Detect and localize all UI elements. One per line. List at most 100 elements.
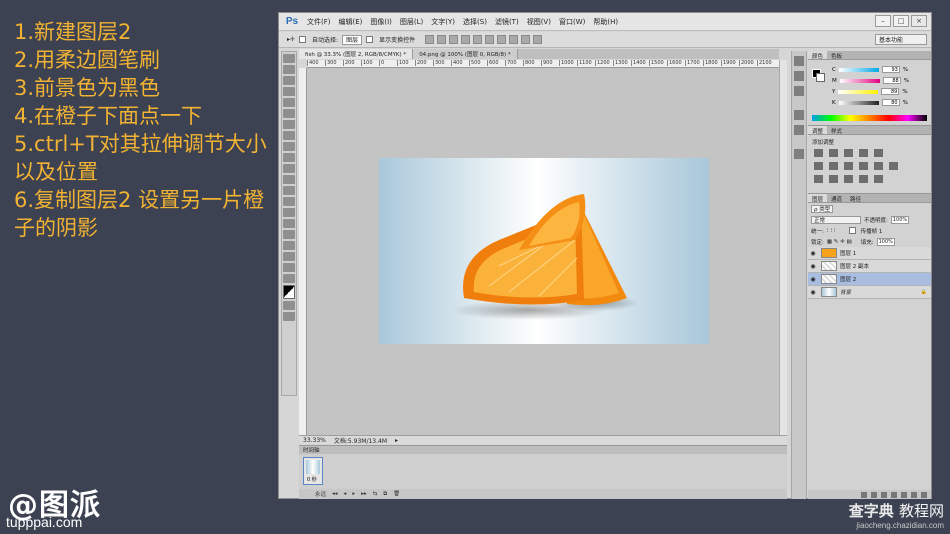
lock-icons[interactable]: ▦ ✎ ✛ ▤ — [827, 239, 852, 245]
curves-icon[interactable] — [844, 149, 853, 157]
auto-select-checkbox[interactable] — [299, 36, 307, 43]
maximize-button[interactable]: □ — [893, 15, 909, 27]
yellow-slider[interactable]: Y 89 % — [832, 88, 927, 95]
zoom-level[interactable]: 33.33% — [303, 437, 326, 444]
status-arrow-icon[interactable]: ▸ — [395, 437, 398, 444]
tab-fish[interactable]: fish @ 33.3% (图层 2, RGB/8/CMYK) * — [299, 49, 414, 59]
prev-frame-icon[interactable]: ◂ — [344, 491, 347, 497]
align-right-icon[interactable] — [485, 35, 495, 44]
color-spectrum-bar[interactable] — [812, 115, 927, 121]
clone-stamp-tool-icon[interactable] — [283, 142, 295, 151]
align-vcenter-icon[interactable] — [437, 35, 447, 44]
visibility-eye-icon[interactable]: ◉ — [808, 276, 818, 283]
tab-color[interactable]: 颜色 — [808, 51, 828, 60]
tab-layers[interactable]: 图层 — [808, 194, 828, 203]
menu-help[interactable]: 帮助(H) — [589, 17, 622, 27]
zoom-tool-icon[interactable] — [283, 274, 295, 283]
add-mask-icon[interactable] — [881, 491, 887, 498]
propagate-frame-checkbox[interactable] — [848, 227, 856, 234]
menu-view[interactable]: 视图(V) — [523, 17, 555, 27]
color-balance-icon[interactable] — [829, 162, 838, 170]
align-top-icon[interactable] — [425, 35, 435, 44]
new-layer-icon[interactable] — [911, 491, 917, 498]
align-left-icon[interactable] — [461, 35, 471, 44]
vertical-scrollbar[interactable] — [779, 60, 787, 435]
distribute-top-icon[interactable] — [497, 35, 507, 44]
healing-brush-tool-icon[interactable] — [283, 120, 295, 129]
character-icon[interactable] — [794, 110, 804, 120]
blur-tool-icon[interactable] — [283, 186, 295, 195]
brush-tool-icon[interactable] — [283, 131, 295, 140]
levels-icon[interactable] — [829, 149, 838, 157]
show-transform-checkbox[interactable] — [366, 36, 374, 43]
tool-presets-icon[interactable] — [794, 149, 804, 159]
black-slider[interactable]: K 80 % — [832, 99, 927, 106]
align-bottom-icon[interactable] — [449, 35, 459, 44]
history-icon[interactable] — [794, 56, 804, 66]
foreground-background-swatch-icon[interactable] — [283, 285, 295, 299]
3d-rotate-tool-icon[interactable] — [283, 252, 295, 261]
tab-adjustments[interactable]: 调整 — [808, 126, 828, 135]
layer-name[interactable]: 图层 1 — [840, 249, 856, 257]
vibrance-icon[interactable] — [874, 149, 883, 157]
minimize-button[interactable]: – — [875, 15, 891, 27]
unify-icons[interactable]: ⁝ ⁝ ⁝ — [827, 228, 836, 234]
visibility-eye-icon[interactable]: ◉ — [808, 250, 818, 257]
hue-saturation-icon[interactable] — [814, 162, 823, 170]
layer-filter-dropdown[interactable]: ρ 类型 — [811, 204, 834, 213]
paragraph-icon[interactable] — [794, 125, 804, 135]
menu-image[interactable]: 图像(I) — [366, 17, 396, 27]
distribute-bottom-icon[interactable] — [521, 35, 531, 44]
canvas-area[interactable] — [307, 68, 779, 435]
photo-filter-icon[interactable] — [859, 162, 868, 170]
move-tool-icon[interactable]: ▸✛ — [287, 36, 295, 43]
magenta-slider[interactable]: M 88 % — [832, 77, 927, 84]
play-icon[interactable]: ▸ — [352, 491, 355, 497]
posterize-icon[interactable] — [829, 175, 838, 183]
delete-frame-icon[interactable]: 🗑 — [393, 491, 400, 497]
exposure-icon[interactable] — [859, 149, 868, 157]
selective-color-icon[interactable] — [874, 175, 883, 183]
layer-style-icon[interactable] — [871, 491, 877, 498]
quick-select-tool-icon[interactable] — [283, 87, 295, 96]
eyedropper-tool-icon[interactable] — [283, 109, 295, 118]
gradient-tool-icon[interactable] — [283, 175, 295, 184]
menu-file[interactable]: 文件(F) — [303, 17, 335, 27]
black-white-icon[interactable] — [844, 162, 853, 170]
blend-mode-dropdown[interactable]: 正常 — [811, 215, 861, 224]
layer-name[interactable]: 图层 2 — [840, 275, 856, 283]
fg-bg-swatches[interactable] — [812, 69, 826, 83]
fill-field[interactable]: 100% — [876, 237, 895, 246]
layer-row-selected[interactable]: ◉ 图层 2 — [808, 273, 931, 286]
info-icon[interactable] — [794, 86, 804, 96]
tween-icon[interactable]: ⇆ — [373, 491, 378, 497]
layer-row-background[interactable]: ◉ 背景 🔒 — [808, 286, 931, 299]
quick-mask-icon[interactable] — [283, 301, 295, 310]
opacity-field[interactable]: 100% — [890, 215, 909, 224]
timeline-frame-1[interactable]: 0 秒 — [303, 457, 323, 485]
cyan-slider[interactable]: C 93 % — [832, 66, 927, 73]
tab-04-png[interactable]: 04.png @ 100% (图层 0, RGB/8) * — [413, 49, 518, 59]
tab-swatches[interactable]: 色板 — [827, 51, 846, 60]
move-tool-icon[interactable] — [283, 54, 295, 63]
menu-window[interactable]: 窗口(W) — [555, 17, 589, 27]
channel-mixer-icon[interactable] — [874, 162, 883, 170]
eraser-tool-icon[interactable] — [283, 164, 295, 173]
background-color-swatch[interactable] — [816, 73, 825, 82]
next-frame-icon[interactable]: ▸▸ — [361, 491, 367, 497]
menu-edit[interactable]: 编辑(E) — [335, 17, 367, 27]
shape-tool-icon[interactable] — [283, 241, 295, 250]
color-lookup-icon[interactable] — [889, 162, 898, 170]
auto-align-icon[interactable] — [533, 35, 543, 44]
hand-tool-icon[interactable] — [283, 263, 295, 272]
layer-row[interactable]: ◉ 图层 1 — [808, 247, 931, 260]
layer-row[interactable]: ◉ 图层 2 副本 — [808, 260, 931, 273]
new-group-icon[interactable] — [901, 491, 907, 498]
menu-type[interactable]: 文字(Y) — [427, 17, 459, 27]
type-tool-icon[interactable] — [283, 219, 295, 228]
lasso-tool-icon[interactable] — [283, 76, 295, 85]
threshold-icon[interactable] — [844, 175, 853, 183]
delete-layer-icon[interactable] — [921, 491, 927, 498]
tab-styles[interactable]: 样式 — [827, 126, 846, 135]
menu-layer[interactable]: 图层(L) — [396, 17, 427, 27]
